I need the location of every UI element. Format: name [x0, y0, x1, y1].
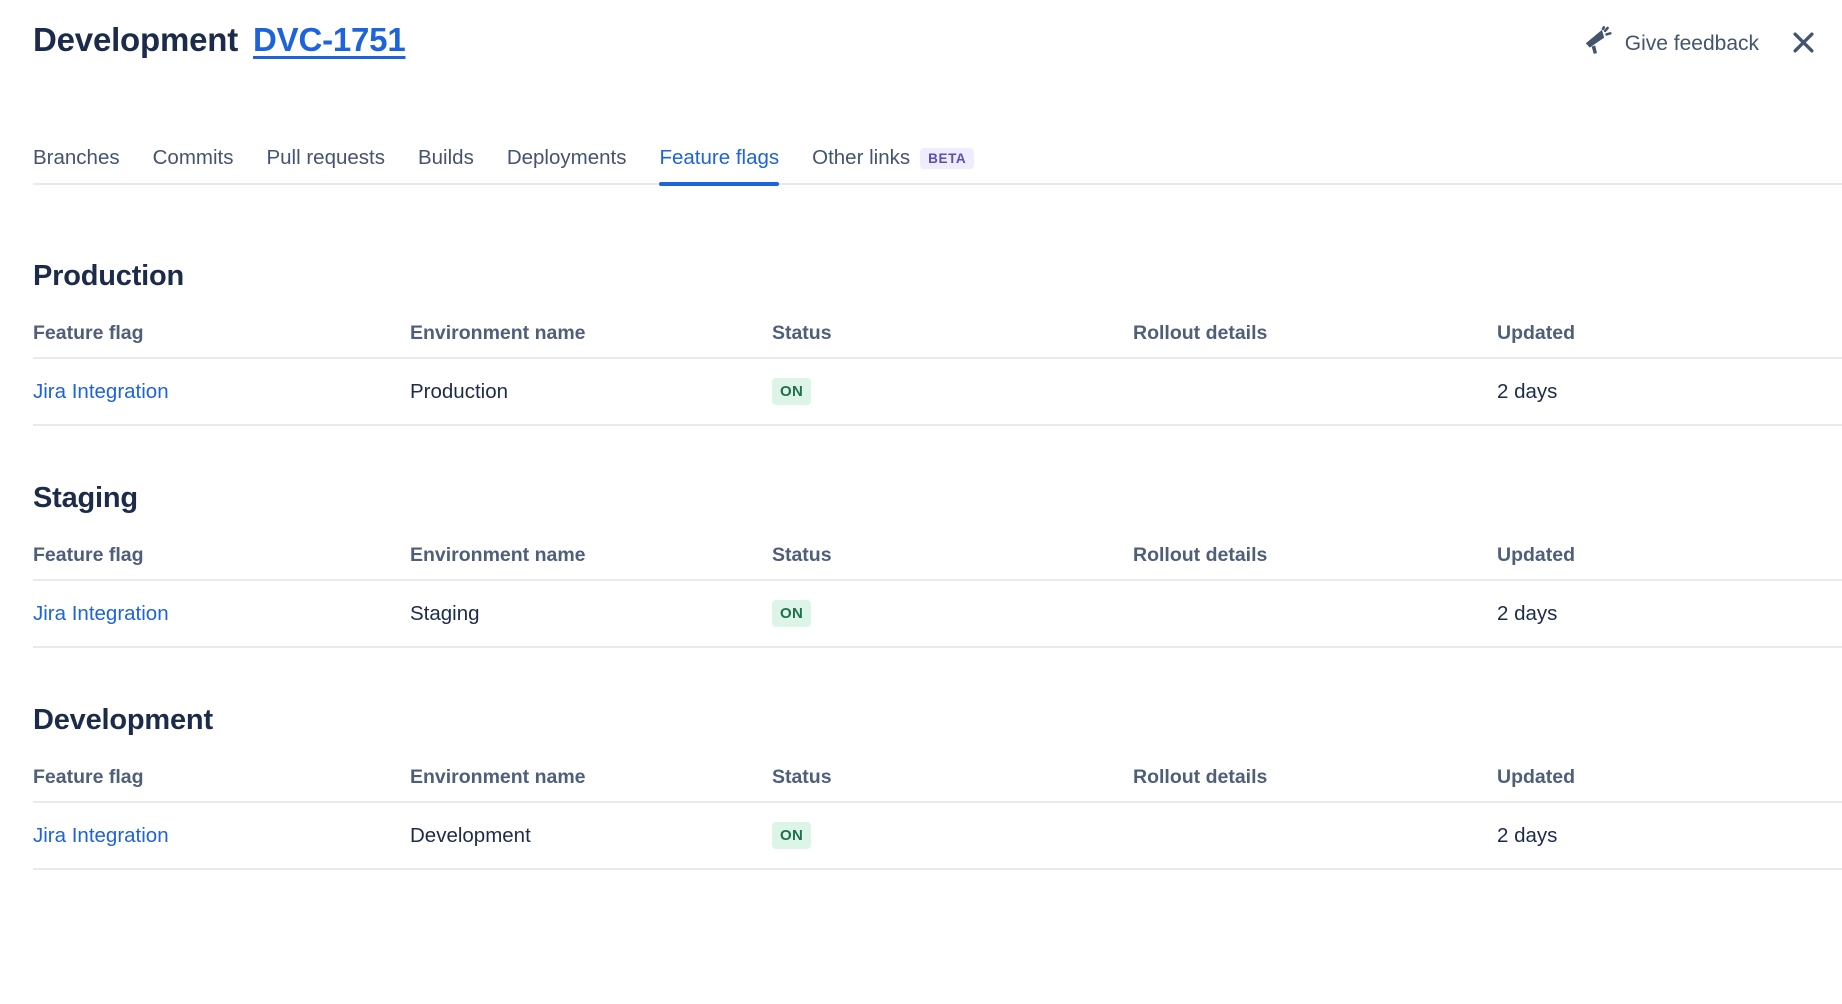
page-title: Development DVC-1751 — [33, 18, 405, 62]
feature-flags-table: Feature flag Environment name Status Rol… — [33, 321, 1842, 426]
col-rollout-details: Rollout details — [1133, 765, 1497, 802]
col-environment-name: Environment name — [410, 543, 772, 580]
col-environment-name: Environment name — [410, 321, 772, 358]
col-status: Status — [772, 321, 1133, 358]
table-row: Jira Integration Development ON 2 days — [33, 802, 1842, 869]
section-heading: Staging — [33, 480, 1842, 516]
tab-deployments-label: Deployments — [507, 147, 627, 169]
development-dialog: Development DVC-1751 Give feedback — [0, 0, 1842, 870]
megaphone-icon — [1582, 26, 1613, 62]
table-header-row: Feature flag Environment name Status Rol… — [33, 543, 1842, 580]
tab-pull-requests[interactable]: Pull requests — [266, 147, 385, 183]
col-feature-flag: Feature flag — [33, 321, 410, 358]
col-feature-flag: Feature flag — [33, 543, 410, 580]
col-status: Status — [772, 543, 1133, 580]
feature-flag-link[interactable]: Jira Integration — [33, 602, 169, 625]
tab-deployments[interactable]: Deployments — [507, 147, 627, 183]
tab-branches-label: Branches — [33, 147, 120, 169]
status-badge: ON — [772, 378, 811, 405]
updated-cell: 2 days — [1497, 358, 1842, 425]
section-development: Development Feature flag Environment nam… — [33, 702, 1842, 870]
col-updated: Updated — [1497, 543, 1842, 580]
rollout-details-cell — [1133, 580, 1497, 647]
issue-key-link[interactable]: DVC-1751 — [253, 21, 405, 58]
dialog-header: Development DVC-1751 Give feedback — [33, 0, 1842, 62]
table-row: Jira Integration Production ON 2 days — [33, 358, 1842, 425]
col-environment-name: Environment name — [410, 765, 772, 802]
section-production: Production Feature flag Environment name… — [33, 258, 1842, 426]
give-feedback-button[interactable]: Give feedback — [1582, 26, 1759, 62]
tab-builds-label: Builds — [418, 147, 474, 169]
tab-feature-flags-label: Feature flags — [659, 147, 779, 169]
page-title-text: Development — [33, 21, 238, 58]
rollout-details-cell — [1133, 802, 1497, 869]
close-icon — [1789, 28, 1818, 60]
tab-commits-label: Commits — [153, 147, 234, 169]
section-heading: Production — [33, 258, 1842, 294]
feature-flags-table: Feature flag Environment name Status Rol… — [33, 765, 1842, 870]
col-feature-flag: Feature flag — [33, 765, 410, 802]
environment-name-cell: Staging — [410, 580, 772, 647]
tab-pull-requests-label: Pull requests — [266, 147, 385, 169]
header-actions: Give feedback — [1582, 26, 1818, 62]
col-updated: Updated — [1497, 765, 1842, 802]
col-updated: Updated — [1497, 321, 1842, 358]
table-header-row: Feature flag Environment name Status Rol… — [33, 765, 1842, 802]
col-status: Status — [772, 765, 1133, 802]
give-feedback-label: Give feedback — [1625, 32, 1759, 56]
col-rollout-details: Rollout details — [1133, 543, 1497, 580]
environment-name-cell: Production — [410, 358, 772, 425]
tab-commits[interactable]: Commits — [153, 147, 234, 183]
tab-builds[interactable]: Builds — [418, 147, 474, 183]
tab-feature-flags[interactable]: Feature flags — [659, 147, 779, 183]
status-badge: ON — [772, 600, 811, 627]
beta-badge: BETA — [920, 148, 974, 169]
feature-flag-link[interactable]: Jira Integration — [33, 824, 169, 847]
updated-cell: 2 days — [1497, 580, 1842, 647]
feature-flag-link[interactable]: Jira Integration — [33, 380, 169, 403]
section-staging: Staging Feature flag Environment name St… — [33, 480, 1842, 648]
table-row: Jira Integration Staging ON 2 days — [33, 580, 1842, 647]
rollout-details-cell — [1133, 358, 1497, 425]
status-badge: ON — [772, 822, 811, 849]
updated-cell: 2 days — [1497, 802, 1842, 869]
environment-name-cell: Development — [410, 802, 772, 869]
tab-other-links[interactable]: Other links BETA — [812, 147, 974, 183]
table-header-row: Feature flag Environment name Status Rol… — [33, 321, 1842, 358]
feature-flags-table: Feature flag Environment name Status Rol… — [33, 543, 1842, 648]
tab-other-links-label: Other links — [812, 147, 910, 169]
dev-panel-tabs: Branches Commits Pull requests Builds De… — [33, 147, 1842, 185]
close-button[interactable] — [1789, 28, 1818, 60]
tab-branches[interactable]: Branches — [33, 147, 120, 183]
col-rollout-details: Rollout details — [1133, 321, 1497, 358]
section-heading: Development — [33, 702, 1842, 738]
